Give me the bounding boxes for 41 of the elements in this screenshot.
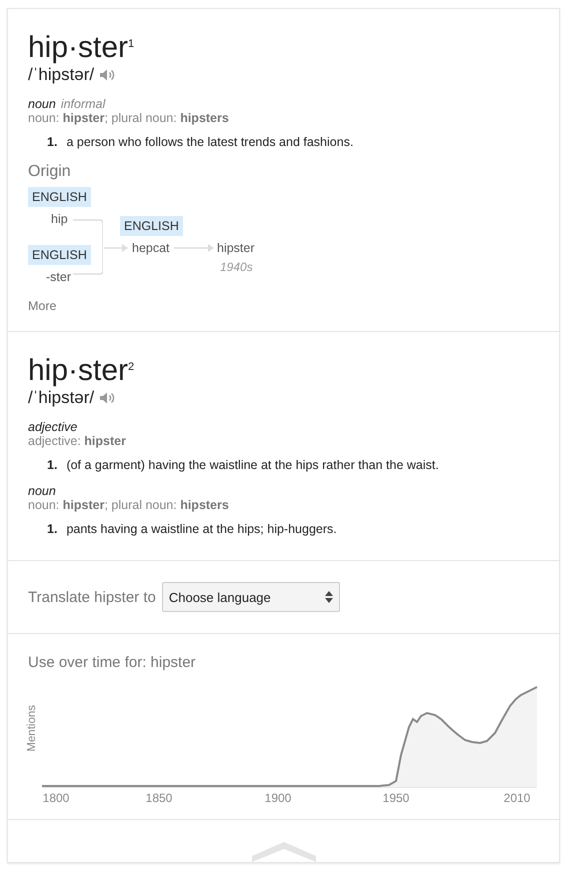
chart-title: Use over time for: hipster [28,654,197,671]
language-select[interactable]: Choose language [162,582,340,612]
definition-text: (of a garment) having the waistline at the hips rather than the waist. [66,458,439,472]
language-tag: ENGLISH [120,216,183,236]
arrow [174,244,214,252]
etymon-word: hip [51,212,68,226]
language-tag: ENGLISH [28,245,91,265]
headword: hip·ster$^{2}$ [28,354,134,388]
definition-text: a person who follows the latest trends and fashions. [66,135,354,149]
word-forms: noun: hipster; plural noun: hipsters [28,111,230,125]
etymon-word: -ster [46,270,71,284]
part-of-speech: noun [28,97,56,111]
word-forms: noun: hipster; plural noun: hipsters [28,498,230,512]
definition-number: 1. [47,135,58,149]
part-of-speech: noun [28,484,56,498]
speaker-icon[interactable] [99,68,116,82]
more-link[interactable]: More [28,299,56,313]
pronunciation: /ˈhipstər/ [28,65,94,85]
axis-tick-label: 1900 [264,791,292,805]
speaker-icon[interactable] [99,391,116,405]
axis-tick-label: 1850 [146,791,172,805]
arrow [104,244,128,252]
axis-tick-label: 1950 [382,791,410,805]
axis-tick-label: 2010 [504,791,530,805]
translate-label: Translate hipster to [28,588,156,606]
etymon-word: hipster [217,241,255,255]
definition-text: pants having a waistline at the hips; hip-huggers. [66,522,337,536]
pronunciation: /ˈhipstər/ [28,388,94,408]
definition-number: 1. [47,522,58,536]
origin-heading: Origin [28,163,72,181]
headword: hip·ster$^{1}$ [28,31,134,65]
word-forms: adjective: hipster [28,434,127,448]
up-down-arrows-icon [324,591,333,603]
date-label: 1940s [220,260,253,274]
axis-label: Mentions [26,705,39,752]
part-of-speech: adjective [28,420,78,434]
register-label: informal [60,97,106,111]
etymon-word: hepcat [132,241,170,255]
language-tag: ENGLISH [28,187,91,207]
definition-number: 1. [47,458,58,472]
axis-tick-label: 1800 [42,791,70,805]
